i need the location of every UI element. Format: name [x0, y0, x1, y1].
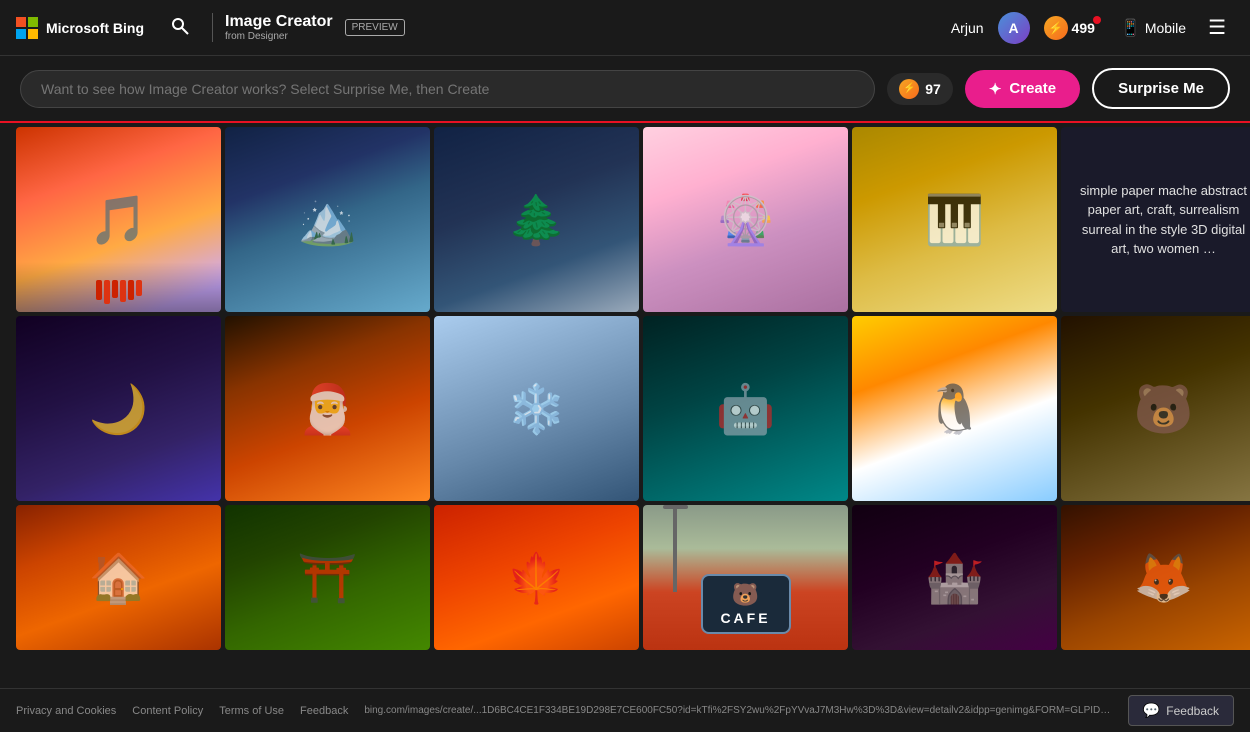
- image-item-12[interactable]: 🐻: [1061, 316, 1250, 501]
- image-emoji-11: 🐧: [925, 380, 985, 437]
- notification-dot: [1093, 16, 1101, 24]
- image-emoji-9: ❄️: [507, 380, 567, 437]
- image-item-1[interactable]: 🎵: [16, 127, 221, 312]
- footer-link-feedback[interactable]: Feedback: [300, 705, 348, 717]
- feedback-label: Feedback: [1166, 704, 1219, 718]
- footer-link-terms[interactable]: Terms of Use: [219, 705, 284, 717]
- image-item-17[interactable]: 🏰: [852, 505, 1057, 650]
- image-emoji-5: 🎹: [925, 191, 985, 248]
- image-item-10[interactable]: 🤖: [643, 316, 848, 501]
- image-item-11[interactable]: 🐧: [852, 316, 1057, 501]
- image-item-15[interactable]: 🍁: [434, 505, 639, 650]
- create-label: Create: [1009, 80, 1056, 97]
- image-item-7[interactable]: 🌙: [16, 316, 221, 501]
- image-emoji-2: 🏔️: [298, 191, 358, 248]
- search-bar-area: ⚡ 97 ✦ Create Surprise Me: [0, 56, 1250, 123]
- hamburger-menu-button[interactable]: ☰: [1200, 11, 1234, 44]
- feedback-button[interactable]: 💬 Feedback: [1128, 695, 1234, 726]
- image-item-6[interactable]: simple paper mache abstract paper art, c…: [1061, 127, 1250, 312]
- image-item-3[interactable]: 🌲: [434, 127, 639, 312]
- mobile-icon: 📱: [1121, 18, 1141, 38]
- search-input[interactable]: [20, 70, 875, 108]
- footer-link-privacy[interactable]: Privacy and Cookies: [16, 705, 116, 717]
- image-emoji-8: 🎅: [298, 380, 358, 437]
- image-item-8[interactable]: 🎅: [225, 316, 430, 501]
- image-creator-logo: Image Creator from Designer: [212, 13, 333, 42]
- header-right: Arjun A ⚡ 499 📱 Mobile ☰: [951, 11, 1234, 44]
- image-item-18[interactable]: 🦊: [1061, 505, 1250, 650]
- cafe-text: CAFE: [715, 610, 777, 626]
- footer-url: bing.com/images/create/...1D6BC4CE1F334B…: [364, 705, 1112, 716]
- from-designer-label: from Designer: [225, 31, 333, 42]
- user-name: Arjun: [951, 20, 984, 36]
- image-emoji-10: 🤖: [716, 380, 776, 437]
- image-item-13[interactable]: 🏠: [16, 505, 221, 650]
- feedback-icon: 💬: [1143, 702, 1160, 719]
- image-emoji-15: 🍁: [507, 549, 567, 606]
- mobile-label: 📱 Mobile: [1121, 18, 1186, 38]
- coins-small-count: 97: [925, 81, 941, 97]
- create-button[interactable]: ✦ Create: [965, 70, 1080, 108]
- windows-icon: [16, 17, 38, 39]
- image-emoji-12: 🐻: [1134, 380, 1194, 437]
- image-creator-title: Image Creator: [225, 13, 333, 31]
- microsoft-bing-label: Microsoft Bing: [46, 20, 144, 36]
- image-item-14[interactable]: ⛩️: [225, 505, 430, 650]
- footer: Privacy and Cookies Content Policy Terms…: [0, 688, 1250, 732]
- header: Microsoft Bing Image Creator from Design…: [0, 0, 1250, 56]
- image-emoji-3: 🌲: [507, 191, 567, 248]
- image-emoji-1: 🎵: [89, 191, 149, 248]
- image-text-content: simple paper mache abstract paper art, c…: [1077, 181, 1250, 259]
- coins-small-icon: ⚡: [899, 79, 919, 99]
- coins-display: ⚡ 499: [1044, 16, 1107, 40]
- image-emoji-17: 🏰: [925, 549, 985, 606]
- search-icon: [170, 16, 190, 36]
- avatar[interactable]: A: [998, 12, 1030, 44]
- image-emoji-4: 🎡: [716, 191, 776, 248]
- microsoft-logo: Microsoft Bing: [16, 17, 144, 39]
- surprise-me-button[interactable]: Surprise Me: [1092, 68, 1230, 109]
- coins-small-display: ⚡ 97: [887, 73, 953, 105]
- image-emoji-18: 🦊: [1134, 549, 1194, 606]
- search-button[interactable]: [164, 10, 196, 45]
- coins-count: 499: [1072, 20, 1095, 36]
- image-item-2[interactable]: 🏔️: [225, 127, 430, 312]
- image-emoji-7: 🌙: [89, 380, 149, 437]
- footer-link-content-policy[interactable]: Content Policy: [132, 705, 203, 717]
- preview-badge: PREVIEW: [345, 19, 405, 36]
- cafe-bear-icon: 🐻: [715, 582, 777, 608]
- image-emoji-13: 🏠: [89, 549, 149, 606]
- image-item-4[interactable]: 🎡: [643, 127, 848, 312]
- coin-icon: ⚡: [1044, 16, 1068, 40]
- image-grid: 🎵 🏔️ 🌲 🎡 🎹 simple paper mache abstract p…: [0, 123, 1250, 654]
- create-icon: ✦: [989, 80, 1002, 98]
- image-item-16[interactable]: 🐻 CAFE: [643, 505, 848, 650]
- image-item-9[interactable]: ❄️: [434, 316, 639, 501]
- image-item-5[interactable]: 🎹: [852, 127, 1057, 312]
- footer-links: Privacy and Cookies Content Policy Terms…: [16, 705, 348, 717]
- image-emoji-14: ⛩️: [298, 549, 358, 606]
